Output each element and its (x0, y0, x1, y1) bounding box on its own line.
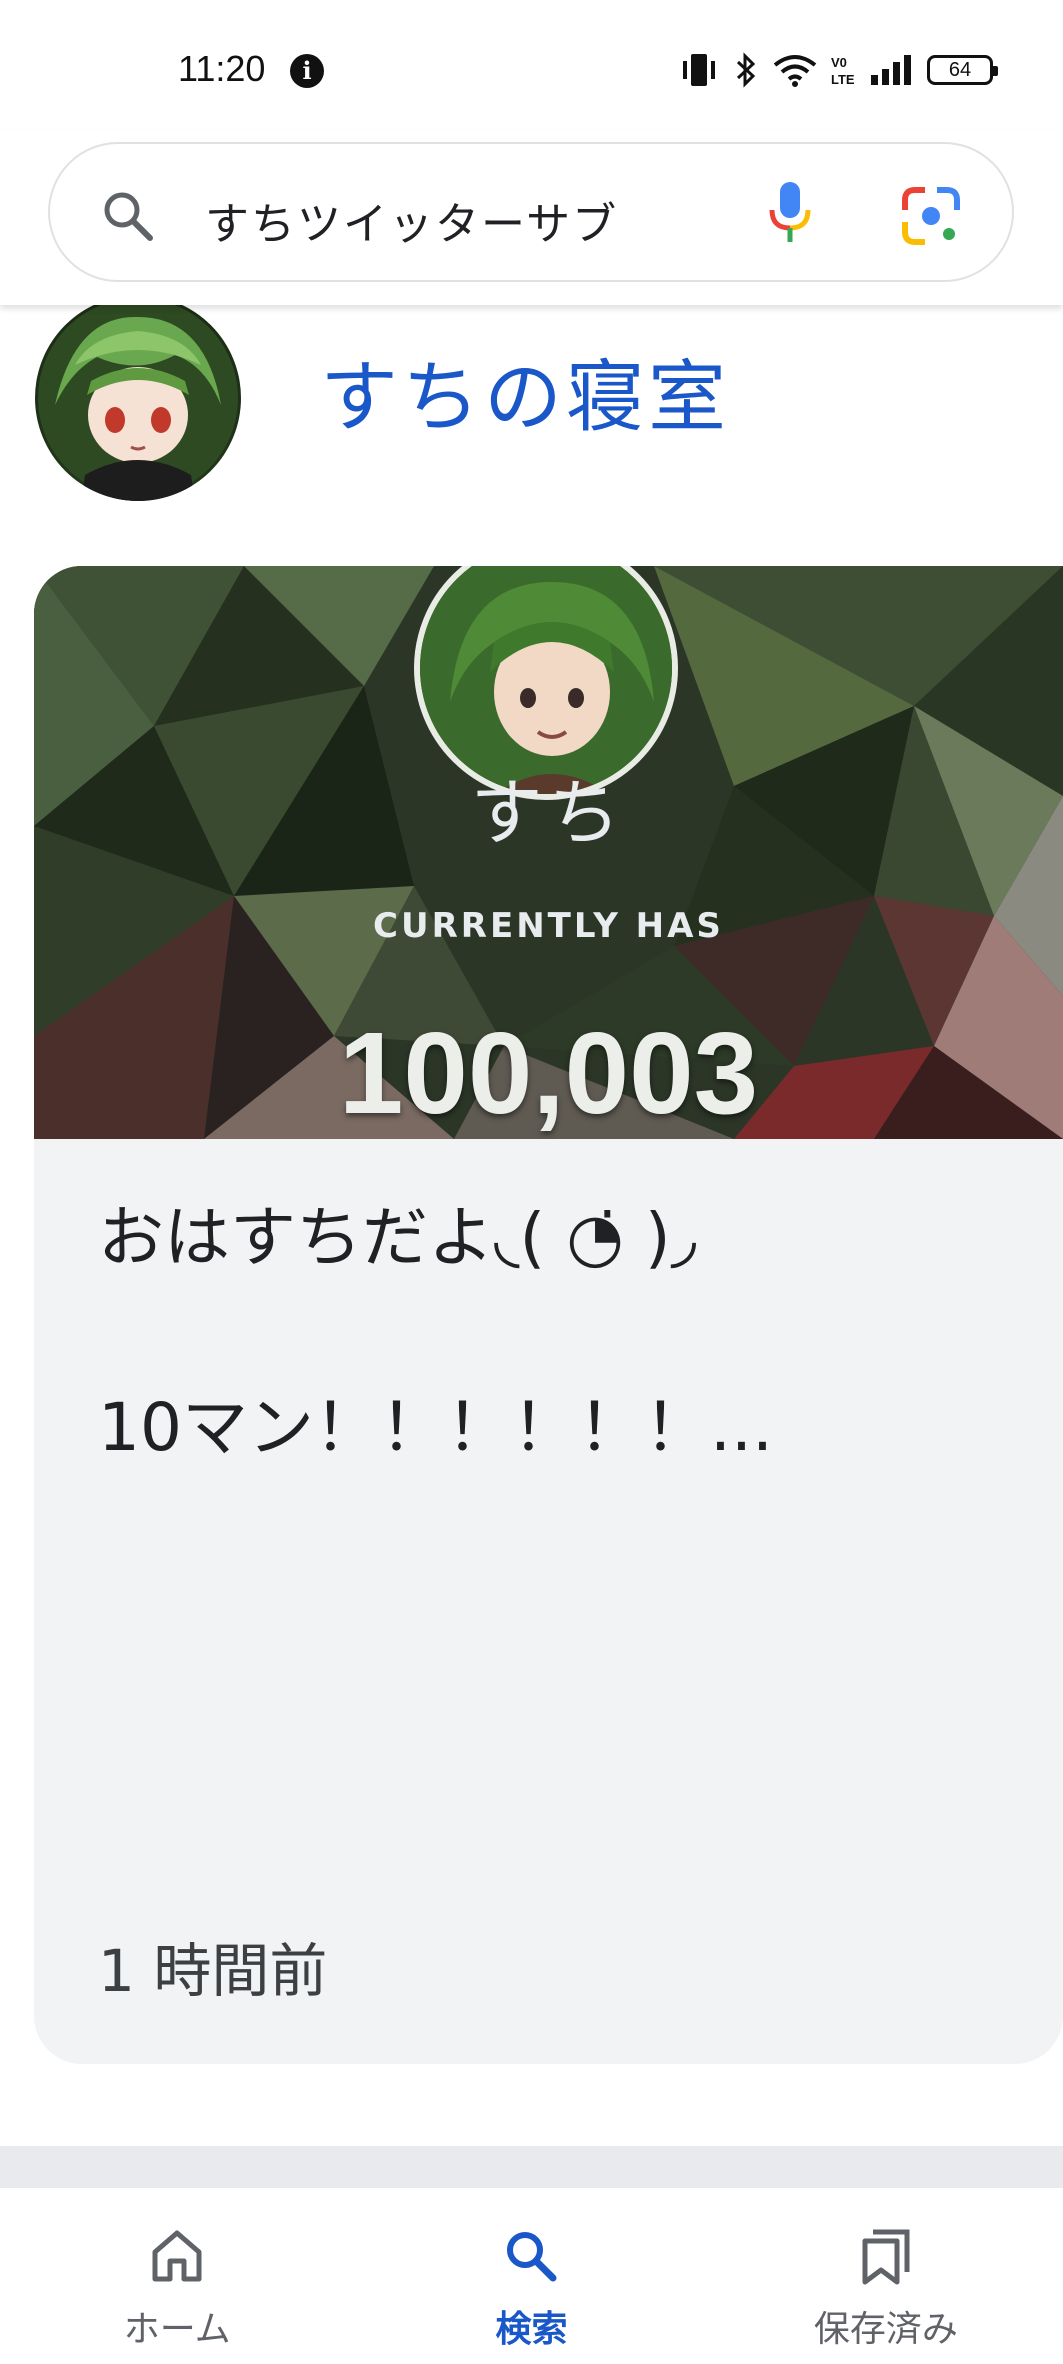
vibrate-icon (683, 54, 715, 86)
status-time: 11:20 (178, 48, 266, 89)
nav-saved[interactable]: 保存済み (709, 2188, 1063, 2364)
home-icon (152, 2230, 202, 2282)
nav-saved-label: 保存済み (813, 2309, 958, 2350)
card-image: すち CURRENTLY HAS 100,003 (34, 566, 1063, 1139)
result-header[interactable]: すちの寝室 (0, 295, 1063, 505)
result-title[interactable]: すちの寝室 (320, 335, 730, 447)
screen: 11:20 i V0 LTE 64 すちツイッターサブ すちの寝室 すち CUR… (0, 0, 1063, 2364)
tweet-timestamp: 1 時間前 (98, 1937, 328, 2005)
wifi-icon (773, 55, 817, 87)
search-header: すちツイッターサブ (0, 130, 1063, 305)
search-box[interactable]: すちツイッターサブ (48, 142, 1014, 282)
signal-icon (871, 55, 911, 85)
battery-icon: 64 (927, 55, 998, 85)
tweet-text-line-1: おはすちだよ◟( ◔̇ )◞ (98, 1199, 697, 1276)
avatar (35, 295, 241, 501)
nav-search-label: 検索 (495, 2309, 568, 2350)
section-divider (0, 2146, 1063, 2188)
nav-home[interactable]: ホーム (0, 2188, 354, 2364)
status-bar: 11:20 i V0 LTE 64 (0, 0, 1063, 130)
svg-text:LTE: LTE (831, 72, 855, 87)
nav-search[interactable]: 検索 (354, 2188, 708, 2364)
search-input[interactable]: すちツイッターサブ (205, 188, 618, 252)
lens-icon[interactable] (901, 186, 961, 246)
bookmarks-icon (862, 2229, 910, 2285)
info-icon: i (290, 54, 324, 88)
lte-icon: V0 LTE (831, 55, 855, 87)
bottom-nav: ホーム 検索 保存済み (0, 2188, 1063, 2364)
nav-home-label: ホーム (123, 2309, 231, 2350)
card-image-count: 100,003 (338, 1008, 759, 1138)
tweet-card[interactable]: すち CURRENTLY HAS 100,003 おはすちだよ◟( ◔̇ )◞ … (34, 566, 1063, 2064)
card-image-caption: CURRENTLY HAS (373, 906, 724, 946)
search-icon (104, 192, 153, 241)
bluetooth-icon (736, 52, 756, 88)
mic-icon[interactable] (766, 180, 814, 248)
svg-text:V0: V0 (831, 55, 847, 70)
search-icon (507, 2232, 557, 2282)
card-image-name: すち (470, 771, 627, 855)
status-icons: V0 LTE 64 (679, 52, 998, 88)
tweet-text-line-2: 10マン！！！！！！... (98, 1389, 773, 1466)
